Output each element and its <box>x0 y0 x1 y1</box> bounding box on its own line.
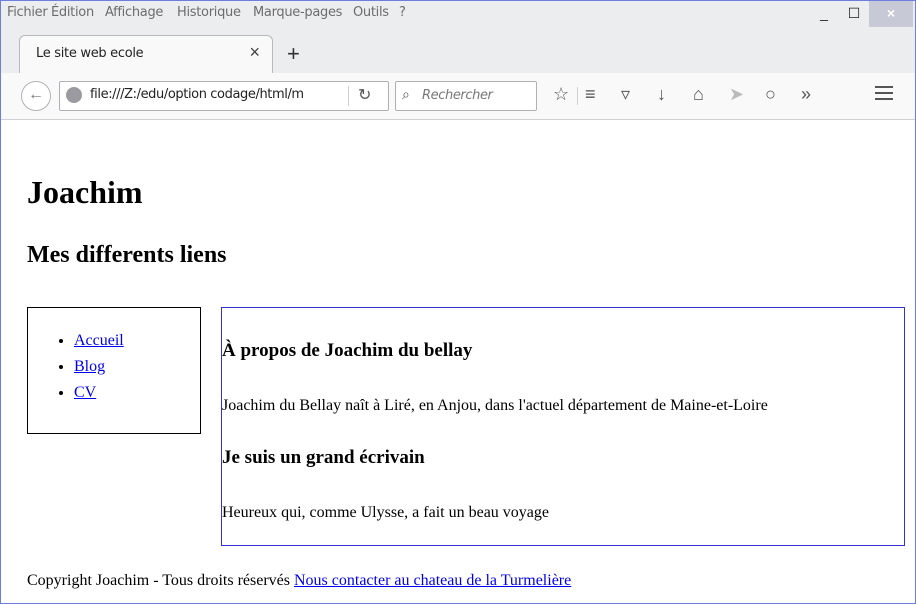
share-icon[interactable]: ➤ <box>729 84 744 104</box>
link-blog[interactable]: Blog <box>74 358 105 375</box>
section-text-about: Joachim du Bellay naît à Liré, en Anjou,… <box>222 397 768 414</box>
menu-affichage[interactable]: Affichage <box>105 5 163 20</box>
link-accueil[interactable]: Accueil <box>74 332 124 349</box>
search-icon: ⌕ <box>402 86 410 102</box>
overflow-button[interactable]: » <box>801 84 811 104</box>
contact-link[interactable]: Nous contacter au chateau de la Turmeliè… <box>294 572 571 589</box>
url-separator <box>348 86 349 106</box>
reload-icon[interactable]: ↻ <box>358 85 371 105</box>
tab-active[interactable]: Le site web ecole × <box>19 35 273 74</box>
hamburger-menu-icon[interactable] <box>875 86 893 100</box>
page-content: Joachim Mes differents liens Accueil Blo… <box>1 120 915 603</box>
tab-title: Le site web ecole <box>36 46 144 61</box>
url-bar[interactable]: file:///Z:/edu/option codage/html/m ↻ <box>59 81 389 111</box>
list-item: Blog <box>74 354 124 380</box>
downloads-icon[interactable]: ↓ <box>657 84 666 104</box>
search-placeholder: Rechercher <box>422 88 493 103</box>
maximize-button[interactable]: ☐ <box>837 1 871 27</box>
menu-help[interactable]: ? <box>399 5 406 20</box>
menu-fichier[interactable]: Fichier <box>7 5 48 20</box>
section-text-writer: Heureux qui, comme Ulysse, a fait un bea… <box>222 504 550 521</box>
search-bar[interactable]: ⌕ Rechercher <box>395 81 537 111</box>
menu-edition[interactable]: Édition <box>51 5 94 20</box>
navigation-toolbar: ← file:///Z:/edu/option codage/html/m ↻ … <box>1 73 915 120</box>
new-tab-button[interactable]: + <box>287 43 300 65</box>
tab-close-icon[interactable]: × <box>249 42 260 63</box>
section-heading-about: À propos de Joachim du bellay <box>222 340 473 361</box>
menu-marque-pages[interactable]: Marque-pages <box>253 5 342 20</box>
chat-icon[interactable]: ○ <box>765 84 776 104</box>
pocket-icon[interactable]: ▿ <box>621 84 630 104</box>
url-text[interactable]: file:///Z:/edu/option codage/html/m <box>90 87 304 102</box>
close-window-button[interactable]: × <box>869 1 913 27</box>
footer: Copyright Joachim - Tous droits réservés… <box>27 572 571 590</box>
menu-outils[interactable]: Outils <box>353 5 389 20</box>
bookmarks-menu-icon[interactable]: ≡ <box>585 84 596 104</box>
tab-strip: Le site web ecole × + <box>1 27 915 74</box>
main-section: À propos de Joachim du bellay Joachim du… <box>221 307 905 546</box>
home-icon[interactable]: ⌂ <box>693 84 704 104</box>
list-item: CV <box>74 380 124 406</box>
list-item: Accueil <box>74 328 124 354</box>
toolbar-separator <box>577 87 578 105</box>
section-heading-writer: Je suis un grand écrivain <box>222 447 425 468</box>
globe-icon <box>66 87 82 103</box>
bookmark-star-icon[interactable]: ☆ <box>553 84 569 104</box>
footer-copyright: Copyright Joachim - Tous droits réservés <box>27 572 290 589</box>
back-button[interactable]: ← <box>21 81 51 111</box>
page-subtitle: Mes differents liens <box>27 242 227 268</box>
menu-historique[interactable]: Historique <box>177 5 241 20</box>
minimize-button[interactable]: _ <box>807 1 841 27</box>
links-list: Accueil Blog CV <box>48 328 124 406</box>
link-cv[interactable]: CV <box>74 384 96 401</box>
page-title: Joachim <box>27 174 143 210</box>
browser-window: Fichier Édition Affichage Historique Mar… <box>0 0 916 604</box>
back-arrow-icon: ← <box>28 86 44 103</box>
links-nav-box: Accueil Blog CV <box>27 307 201 434</box>
menu-bar: Fichier Édition Affichage Historique Mar… <box>1 1 915 27</box>
